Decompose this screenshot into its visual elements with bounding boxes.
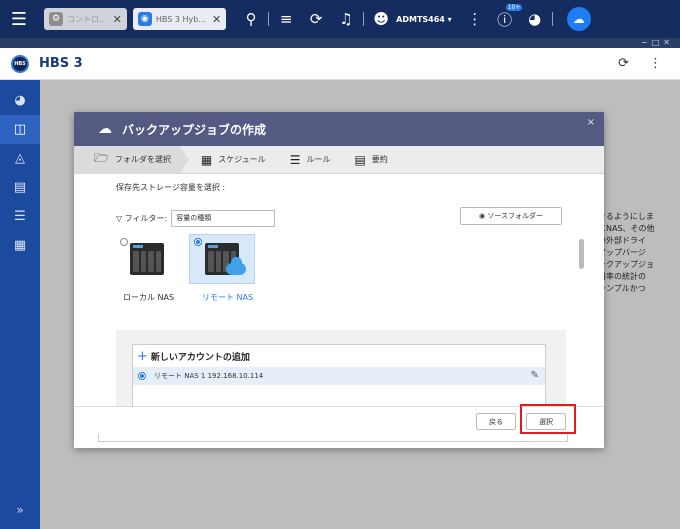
account-row[interactable]: リモート NAS 1 192.168.10.114 ✎ xyxy=(133,367,545,385)
step-label: フォルダを選択 xyxy=(114,155,171,164)
gear-icon: ⚙ xyxy=(49,12,63,26)
folder-icon: 🗁 xyxy=(94,151,109,165)
divider xyxy=(551,12,553,26)
backup-icon[interactable]: ◫ xyxy=(0,115,40,144)
close-tab-icon[interactable]: ✕ xyxy=(212,13,221,26)
dialog-title-bar: ☁ バックアップジョブの作成 xyxy=(74,112,604,146)
add-account-button[interactable]: + 新しいアカウントの追加 xyxy=(137,349,250,364)
source-folder-button[interactable]: ◉ ソースフォルダー xyxy=(460,207,562,225)
background-description: きるようにしま にNAS、その他 の外部ドライ アップバージ ックアップジョ 用… xyxy=(598,212,655,293)
dashboard-icon[interactable]: ◕ xyxy=(520,10,550,28)
refresh-icon[interactable]: ⟳ xyxy=(618,56,629,71)
filter-row: ▽ フィルター: 容量の種類 xyxy=(116,210,276,227)
divider xyxy=(268,12,270,26)
more-vertical-icon[interactable]: ⋮ xyxy=(649,56,662,71)
hbs-icon: ◉ xyxy=(137,12,152,26)
step-schedule: ▦ スケジュール xyxy=(189,146,278,174)
account-list: + 新しいアカウントの追加 リモート NAS 1 192.168.10.114 … xyxy=(132,344,546,406)
app-header: HBS HBS 3 ⟳ ⋮ xyxy=(0,48,680,80)
account-radio[interactable] xyxy=(138,372,146,380)
user-menu[interactable]: ☻ ADMTS464 ▾ xyxy=(366,10,452,28)
tab-hbs3[interactable]: ◉ HBS 3 Hyb... ✕ xyxy=(132,8,227,30)
summary-icon: ▤ xyxy=(354,152,366,167)
bell-icon[interactable]: ♫ xyxy=(331,10,361,28)
tab-label: コントロ... xyxy=(67,14,107,24)
calendar-icon: ▦ xyxy=(200,152,213,167)
chevron-down-icon: ▾ xyxy=(444,14,452,24)
local-nas-option[interactable] xyxy=(114,234,180,284)
info-icon[interactable]: ⓘ 10+ xyxy=(490,3,523,30)
window-controls[interactable]: −□✕ xyxy=(641,38,674,48)
search-icon[interactable]: ⚲ xyxy=(236,10,266,28)
sliders-icon: ☰ xyxy=(289,152,301,167)
local-nas-label: ローカル NAS xyxy=(123,293,175,302)
backup-job-icon: ☁ xyxy=(98,121,112,137)
username: ADMTS464 xyxy=(396,14,445,24)
create-backup-job-dialog: ☁ バックアップジョブの作成 × 🗁 フォルダを選択 ▦ スケジュール ☰ ルー… xyxy=(74,112,604,448)
nas-device-icon xyxy=(130,243,164,275)
more-vertical-icon[interactable]: ⋮ xyxy=(460,10,490,28)
filter-select[interactable]: 容量の種類 xyxy=(171,210,276,227)
add-account-label: 新しいアカウントの追加 xyxy=(150,353,250,363)
remote-nas-radio[interactable] xyxy=(194,238,202,246)
step-label: 要約 xyxy=(371,155,388,164)
back-button[interactable]: 戻る xyxy=(476,413,516,430)
section-label: 保存先ストレージ容量を選択 : xyxy=(116,183,226,192)
left-nav: ◕ ◫ ◬ ▤ ☰ ▦ » xyxy=(0,80,40,529)
eye-icon: ◉ xyxy=(479,212,488,220)
close-tab-icon[interactable]: ✕ xyxy=(113,13,122,26)
step-summary: ▤ 要約 xyxy=(342,146,399,174)
divider xyxy=(363,12,365,26)
edit-icon[interactable]: ✎ xyxy=(531,370,539,381)
account-panel: + 新しいアカウントの追加 リモート NAS 1 192.168.10.114 … xyxy=(116,330,566,406)
dialog-body: 保存先ストレージ容量を選択 : ▽ フィルター: 容量の種類 ◉ ソースフォルダ… xyxy=(74,174,604,406)
dialog-title: バックアップジョブの作成 xyxy=(122,122,267,137)
scrollbar[interactable] xyxy=(579,239,584,269)
tab-control-panel[interactable]: ⚙ コントロ... ✕ xyxy=(44,8,127,30)
cloud-icon[interactable]: ☁ xyxy=(566,7,591,31)
source-folder-label: ソースフォルダー xyxy=(487,212,543,220)
user-icon: ☻ xyxy=(373,10,389,28)
overview-icon[interactable]: ◕ xyxy=(0,86,40,115)
restore-icon[interactable]: ◬ xyxy=(0,144,40,173)
app-title: HBS 3 xyxy=(39,56,83,71)
services-icon[interactable]: ▦ xyxy=(0,231,40,260)
stack-icon[interactable]: ≡ xyxy=(271,10,301,28)
sync-nav-icon[interactable]: ▤ xyxy=(0,173,40,202)
filter-icon: ▽ xyxy=(116,214,125,223)
tab-label: HBS 3 Hyb... xyxy=(155,14,206,24)
select-button-highlight xyxy=(520,404,576,434)
filter-label: フィルター: xyxy=(124,214,168,223)
expand-nav-icon[interactable]: » xyxy=(0,503,40,517)
window-controls-bar: −□✕ xyxy=(0,38,680,48)
sync-icon[interactable]: ⟳ xyxy=(301,10,331,28)
account-name: リモート NAS 1 192.168.10.114 xyxy=(154,372,264,380)
hbs-logo-icon: HBS xyxy=(11,54,29,73)
dialog-underlay-strip xyxy=(98,434,568,442)
close-icon[interactable]: × xyxy=(587,117,595,128)
step-rules: ☰ ルール xyxy=(278,146,343,174)
step-select-folder: 🗁 フォルダを選択 xyxy=(74,145,189,174)
system-topbar: ☰ ⚙ コントロ... ✕ ◉ HBS 3 Hyb... ✕ ⚲ ≡ ⟳ ♫ ☻… xyxy=(0,0,680,38)
main-menu-icon[interactable]: ☰ xyxy=(0,0,38,38)
plus-icon: + xyxy=(137,349,148,364)
storage-icon[interactable]: ☰ xyxy=(0,202,40,231)
cloud-icon xyxy=(226,257,246,275)
wizard-steps: 🗁 フォルダを選択 ▦ スケジュール ☰ ルール ▤ 要約 xyxy=(74,145,604,174)
step-label: ルール xyxy=(306,155,331,164)
remote-nas-label: リモート NAS xyxy=(202,293,254,302)
step-label: スケジュール xyxy=(218,155,266,164)
